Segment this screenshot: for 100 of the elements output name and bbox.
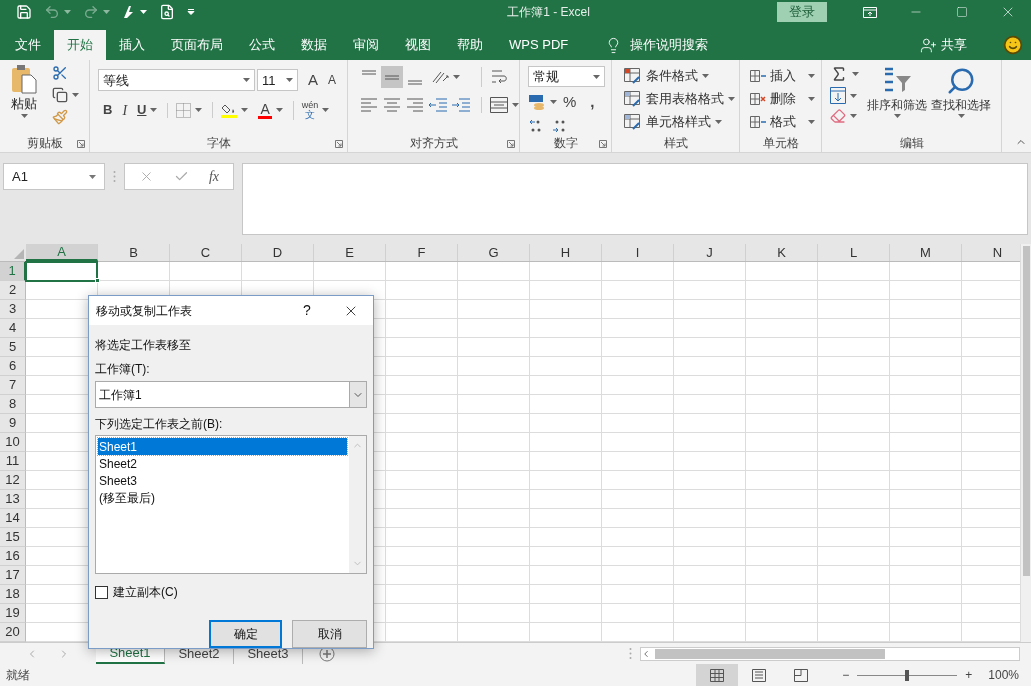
caret-icon[interactable]	[20, 113, 28, 118]
column-header[interactable]: J	[674, 244, 746, 261]
caret-icon[interactable]	[702, 73, 709, 78]
caret-icon[interactable]	[957, 114, 965, 118]
column-header[interactable]: C	[170, 244, 242, 261]
print-preview-icon[interactable]	[159, 4, 175, 20]
horizontal-scrollbar[interactable]	[640, 646, 1020, 661]
workbook-dropdown[interactable]: 工作簿1	[95, 381, 367, 408]
touch-mode-icon[interactable]	[122, 5, 136, 19]
caret-icon[interactable]	[550, 100, 557, 105]
caret-icon[interactable]	[715, 119, 722, 124]
ribbon-display-icon[interactable]	[863, 6, 877, 18]
dialog-launcher-icon[interactable]	[599, 140, 607, 148]
column-header[interactable]: G	[458, 244, 530, 261]
column-header[interactable]: I	[602, 244, 674, 261]
ribbon-tab[interactable]: 页面布局	[158, 30, 236, 60]
cancel-button[interactable]: 取消	[292, 620, 367, 648]
ribbon-tab[interactable]: 公式	[236, 30, 288, 60]
column-header[interactable]: B	[98, 244, 170, 261]
caret-icon[interactable]	[140, 10, 147, 14]
ribbon-tab[interactable]: 帮助	[444, 30, 496, 60]
customize-icon[interactable]	[187, 9, 195, 15]
caret-icon[interactable]	[150, 108, 158, 112]
ribbon-tab[interactable]: 开始	[54, 30, 106, 60]
italic-button[interactable]: I	[122, 99, 128, 121]
zoom-out-button[interactable]: −	[838, 666, 854, 684]
column-header[interactable]: F	[386, 244, 458, 261]
row-header[interactable]: 15	[0, 528, 26, 547]
styles-menu-button[interactable]: 条件格式	[624, 66, 735, 85]
ribbon-tab[interactable]: 文件	[2, 30, 54, 60]
caret-icon[interactable]	[852, 72, 859, 76]
sort-filter-button[interactable]: 排序和筛选	[867, 64, 927, 134]
phonetic-button[interactable]: wén 文	[301, 100, 319, 120]
dialog-launcher-icon[interactable]	[77, 140, 85, 148]
font-size-dropdown[interactable]: 11	[257, 69, 298, 92]
caret-icon[interactable]	[808, 96, 815, 101]
scroll-left-icon[interactable]	[641, 648, 651, 659]
caret-icon[interactable]	[286, 78, 293, 83]
grip-icon[interactable]	[629, 647, 632, 660]
row-header[interactable]: 16	[0, 547, 26, 566]
formula-input[interactable]	[242, 163, 1028, 235]
row-header[interactable]: 20	[0, 623, 26, 642]
grip-icon[interactable]	[113, 170, 116, 183]
normal-view-button[interactable]	[696, 664, 739, 686]
caret-icon[interactable]	[64, 10, 71, 14]
sheet-list-item[interactable]: Sheet3	[98, 472, 347, 489]
dialog-launcher-icon[interactable]	[507, 140, 515, 148]
share-button[interactable]: 共享	[920, 30, 967, 60]
row-header[interactable]: 11	[0, 452, 26, 471]
copy-icon[interactable]	[52, 87, 68, 103]
caret-icon[interactable]	[89, 174, 96, 179]
fill-color-icon[interactable]	[221, 102, 238, 118]
row-header[interactable]: 14	[0, 509, 26, 528]
find-select-button[interactable]: 查找和选择	[931, 64, 991, 134]
ribbon-tab[interactable]: WPS PDF	[496, 30, 582, 60]
vertical-scrollbar[interactable]	[1020, 244, 1031, 642]
zoom-in-button[interactable]: +	[961, 666, 977, 684]
ribbon-tab[interactable]: 数据	[288, 30, 340, 60]
column-header[interactable]: A	[26, 244, 98, 261]
column-header[interactable]: K	[746, 244, 818, 261]
caret-icon[interactable]	[728, 96, 735, 101]
ribbon-tab[interactable]: 审阅	[340, 30, 392, 60]
sign-in-button[interactable]: 登录	[777, 2, 827, 22]
save-icon[interactable]	[16, 4, 32, 20]
cells-menu-button[interactable]: 删除	[750, 89, 815, 108]
help-button[interactable]: ?	[285, 300, 329, 321]
number-format-dropdown[interactable]: 常规	[528, 66, 605, 87]
bold-button[interactable]: B	[103, 100, 113, 120]
dialog-launcher-icon[interactable]	[335, 140, 343, 148]
column-header[interactable]: M	[890, 244, 962, 261]
styles-menu-button[interactable]: 套用表格格式	[624, 89, 735, 108]
row-header[interactable]: 4	[0, 319, 26, 338]
row-header[interactable]: 18	[0, 585, 26, 604]
orientation-icon[interactable]	[431, 69, 449, 85]
sheet-list-item[interactable]: Sheet1	[98, 438, 347, 455]
column-header[interactable]: D	[242, 244, 314, 261]
caret-icon[interactable]	[322, 108, 330, 112]
merge-center-icon[interactable]	[490, 97, 508, 113]
font-color-button[interactable]: A	[258, 101, 272, 119]
paste-button[interactable]: 粘贴	[4, 64, 44, 134]
insert-function-button[interactable]: fx	[208, 166, 219, 187]
caret-icon[interactable]	[593, 74, 600, 79]
caret-icon[interactable]	[453, 75, 460, 79]
accounting-icon[interactable]	[528, 94, 546, 111]
column-header[interactable]: H	[530, 244, 602, 261]
ok-button[interactable]: 确定	[209, 620, 282, 648]
shrink-font-button[interactable]: A	[324, 71, 341, 90]
checkbox[interactable]	[95, 585, 108, 599]
tell-me-field[interactable]: 操作说明搜索	[630, 35, 709, 55]
caret-icon[interactable]	[808, 73, 815, 78]
active-cell[interactable]	[25, 261, 100, 283]
underline-button[interactable]: U	[137, 100, 147, 120]
caret-icon[interactable]	[103, 10, 110, 14]
styles-menu-button[interactable]: 单元格样式	[624, 112, 735, 131]
zoom-slider[interactable]	[857, 669, 958, 681]
name-box[interactable]: A1	[3, 163, 105, 190]
font-name-dropdown[interactable]: 等线	[98, 69, 255, 92]
caret-icon[interactable]	[808, 119, 815, 124]
ribbon-tab[interactable]: 插入	[106, 30, 158, 60]
column-header[interactable]: L	[818, 244, 890, 261]
